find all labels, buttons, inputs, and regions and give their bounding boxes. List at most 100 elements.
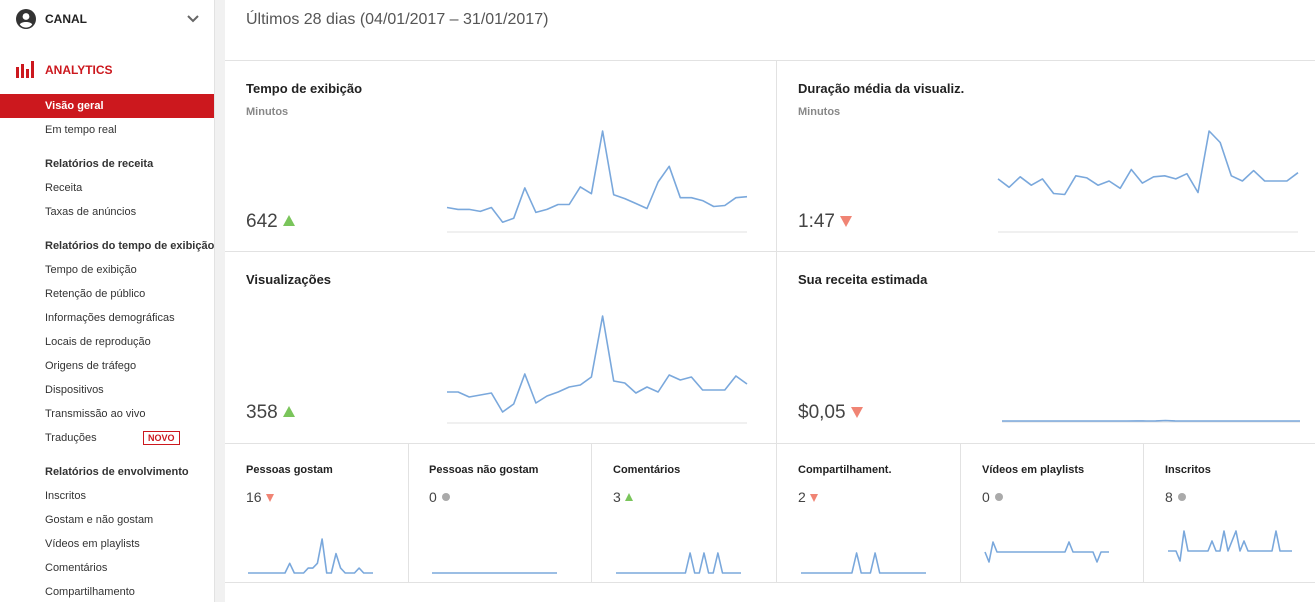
nav-label: Locais de reprodução	[45, 336, 151, 348]
divider	[225, 60, 1315, 61]
metric-value: $0,05	[798, 402, 863, 424]
nav-label: Compartilhamento	[45, 586, 135, 598]
nav-item[interactable]: Inscritos	[0, 484, 214, 508]
sparkline-series	[248, 538, 373, 574]
nav-label: Relatórios de envolvimento	[45, 466, 189, 478]
channel-menu[interactable]: CANAL	[0, 0, 214, 38]
card-title: Comentários	[613, 464, 681, 476]
card-title: Sua receita estimada	[798, 272, 928, 287]
nav-label: Origens de tráfego	[45, 360, 137, 372]
metric-value: 2	[798, 489, 818, 505]
nav-item[interactable]: Receita	[0, 176, 214, 200]
account-circle-icon	[16, 9, 36, 29]
nav-label: Vídeos em playlists	[45, 538, 140, 550]
divider	[1143, 443, 1144, 582]
sparkline-series	[1002, 419, 1300, 422]
nav-group-heading: Relatórios do tempo de exibição	[0, 234, 215, 258]
nav-item[interactable]: Dispositivos	[0, 378, 214, 402]
divider	[960, 443, 961, 582]
card-title: Pessoas não gostam	[429, 464, 539, 476]
chevron-down-icon[interactable]	[186, 12, 200, 26]
nav-label: Retenção de público	[45, 288, 146, 300]
nav-item[interactable]: Visão geral	[0, 94, 214, 118]
nav-item[interactable]: Taxas de anúncios	[0, 200, 214, 224]
channel-label: CANAL	[45, 12, 87, 26]
nav-label: Tempo de exibição	[45, 264, 137, 276]
analytics-section[interactable]: ANALYTICS	[0, 56, 214, 82]
nav-item[interactable]: Em tempo real	[0, 118, 214, 142]
nav-item[interactable]: Comentários	[0, 556, 214, 580]
trend-up-icon	[282, 215, 295, 226]
divider	[225, 582, 1315, 583]
metric-value: 8	[1165, 489, 1186, 505]
trend-down-icon	[850, 407, 863, 418]
nav-label: Em tempo real	[45, 124, 117, 136]
nav-item[interactable]: Origens de tráfego	[0, 354, 214, 378]
nav-label: Transmissão ao vivo	[45, 408, 146, 420]
nav-label: Informações demográficas	[45, 312, 175, 324]
nav-item[interactable]: Traduções NOVO	[0, 426, 214, 450]
card-unit: Minutos	[798, 106, 841, 118]
sparkline	[801, 552, 926, 574]
divider	[225, 443, 1315, 444]
nav-item[interactable]: Tempo de exibição	[0, 258, 214, 282]
sparkline	[984, 541, 1109, 563]
nav-item[interactable]: Transmissão ao vivo	[0, 402, 214, 426]
sparkline	[432, 572, 557, 574]
bar-chart-icon	[16, 61, 34, 78]
card-unit: Minutos	[246, 106, 289, 118]
main-content: Últimos 28 dias (04/01/2017 – 31/01/2017…	[225, 0, 1315, 602]
sparkline-series	[616, 552, 741, 574]
nav-label: Traduções	[45, 432, 97, 444]
sparkline-series	[997, 130, 1299, 196]
nav-label: Taxas de anúncios	[45, 206, 137, 218]
card-title: Duração média da visualiz.	[798, 81, 965, 96]
sparkline-series	[984, 541, 1109, 563]
metric-value: 642	[246, 211, 295, 233]
no-change-icon	[994, 493, 1003, 501]
no-change-icon	[1177, 493, 1186, 501]
metric-value: 3	[613, 489, 633, 505]
metric-value: 1:47	[798, 211, 852, 233]
sparkline	[1168, 530, 1292, 562]
nav-label: Receita	[45, 182, 83, 194]
trend-down-icon	[809, 494, 818, 502]
sparkline-series	[446, 130, 748, 223]
nav-item[interactable]: Informações demográficas	[0, 306, 214, 330]
nav-item[interactable]: Vídeos em playlists	[0, 532, 214, 556]
sparkline-series	[1168, 530, 1292, 562]
nav-group-heading: Relatórios de receita	[0, 152, 214, 176]
divider	[776, 60, 777, 582]
card-title: Inscritos	[1165, 464, 1211, 476]
nav-label: Gostam e não gostam	[45, 514, 154, 526]
sparkline	[616, 552, 741, 574]
trend-down-icon	[265, 494, 274, 502]
sparkline	[446, 130, 748, 233]
nav-label: Inscritos	[45, 490, 86, 502]
nav-item[interactable]: Compartilhamento	[0, 580, 214, 602]
no-change-icon	[441, 493, 450, 501]
nav-item[interactable]: Retenção de público	[0, 282, 214, 306]
sparkline-series	[801, 552, 926, 574]
nav-item[interactable]: Gostam e não gostam	[0, 508, 214, 532]
card-title: Compartilhament.	[798, 464, 892, 476]
nav-label: Visão geral	[45, 100, 104, 112]
trend-up-icon	[282, 406, 295, 417]
trend-up-icon	[624, 493, 633, 501]
metric-value: 16	[246, 489, 274, 505]
card-title: Pessoas gostam	[246, 464, 333, 476]
card-title: Visualizações	[246, 272, 332, 287]
trend-down-icon	[839, 216, 852, 227]
sparkline	[1002, 419, 1300, 423]
card-title: Vídeos em playlists	[982, 464, 1085, 476]
nav-label: Relatórios de receita	[45, 158, 154, 170]
metric-value: 0	[982, 489, 1003, 505]
divider	[591, 443, 592, 582]
nav-item[interactable]: Locais de reprodução	[0, 330, 214, 354]
nav-label: Dispositivos	[45, 384, 104, 396]
nav-group-heading: Relatórios de envolvimento	[0, 460, 214, 484]
nav-label: Relatórios do tempo de exibição	[45, 240, 215, 252]
card-title: Tempo de exibição	[246, 81, 363, 96]
divider	[408, 443, 409, 582]
new-badge: NOVO	[143, 431, 180, 445]
